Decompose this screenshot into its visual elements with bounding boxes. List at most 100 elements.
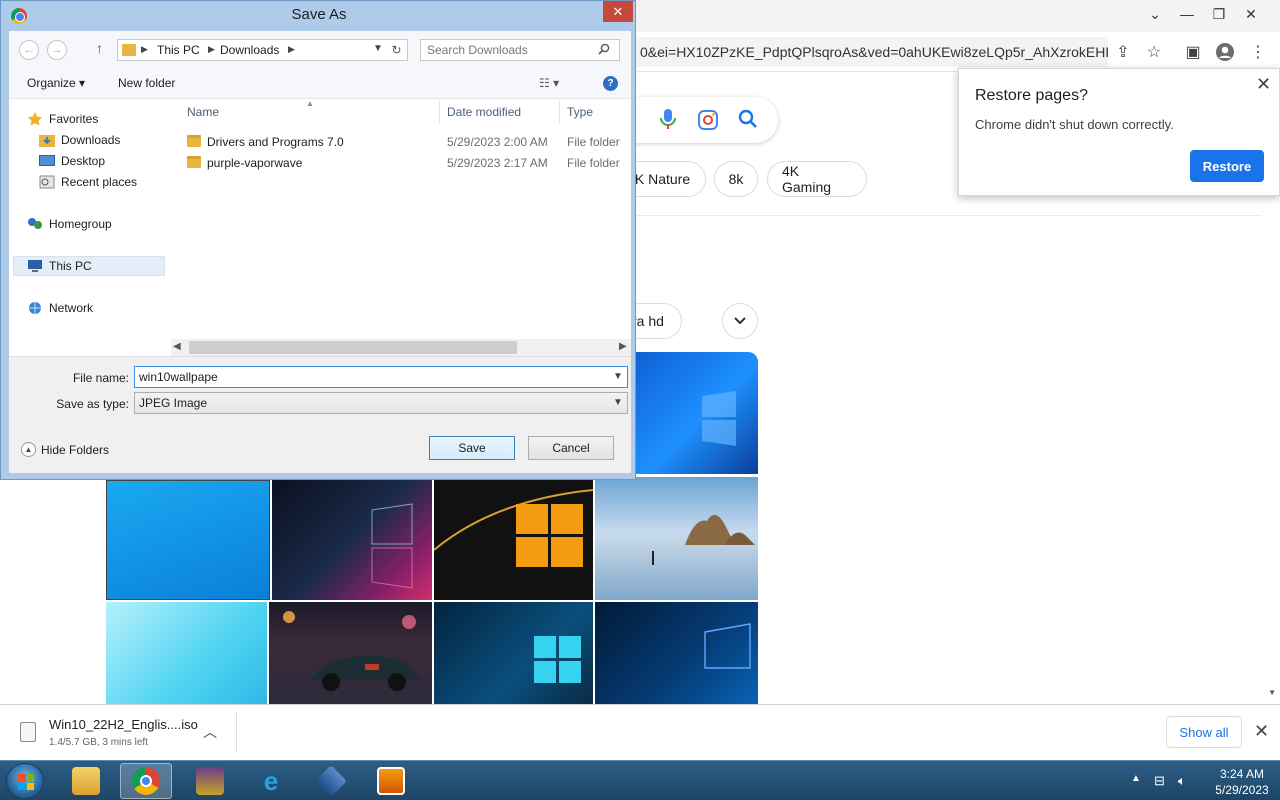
chevron-right-icon[interactable]: ▶	[288, 44, 295, 55]
nav-desktop[interactable]: Desktop	[39, 151, 105, 171]
chevron-down-icon[interactable]: ▼	[613, 397, 623, 408]
expand-chips-button[interactable]	[722, 303, 758, 339]
column-header-date-modified[interactable]: Date modified	[447, 105, 521, 119]
chevron-up-icon[interactable]: ︿	[203, 722, 217, 742]
search-input[interactable]	[420, 39, 620, 61]
close-icon[interactable]: ✕	[1254, 721, 1269, 742]
close-icon[interactable]: ✕	[1256, 74, 1271, 95]
wallpaper-thumbnail[interactable]	[272, 480, 432, 600]
restore-window-icon[interactable]: ❐	[1204, 2, 1234, 26]
nav-recent-places[interactable]: Recent places	[39, 172, 137, 192]
show-all-button[interactable]: Show all	[1166, 716, 1242, 748]
file-name-input[interactable]	[134, 366, 628, 388]
nav-this-pc[interactable]: This PC	[27, 256, 92, 276]
chevron-down-icon[interactable]: ⌄	[1140, 2, 1170, 26]
taskbar-remote-app[interactable]	[365, 763, 417, 799]
menu-kebab-icon[interactable]: ⋮	[1246, 40, 1270, 64]
nav-network[interactable]: Network	[27, 298, 93, 318]
lens-icon[interactable]	[698, 110, 718, 133]
view-options-icon[interactable]: ☷ ▾	[539, 76, 559, 90]
scrollbar-thumb[interactable]	[189, 341, 517, 354]
clock-time[interactable]: 3:24 AM	[1207, 767, 1277, 781]
bookmark-star-icon[interactable]: ☆	[1142, 40, 1166, 64]
close-icon[interactable]: ✕	[603, 1, 633, 22]
chevron-down-icon[interactable]: ▼	[613, 371, 623, 382]
omnibox[interactable]: 0&ei=HX10ZPzKE_PdptQPlsqroAs&ved=0ahUKEw…	[600, 37, 1108, 67]
nav-homegroup[interactable]: Homegroup	[27, 214, 112, 234]
up-arrow-icon[interactable]: ↑	[96, 40, 103, 56]
wallpaper-thumbnail[interactable]	[595, 477, 758, 600]
help-icon[interactable]: ?	[603, 76, 618, 91]
chip-label: 4K Gaming	[782, 163, 832, 195]
windows-logo-icon	[18, 774, 34, 790]
taskbar-virtualbox[interactable]	[305, 763, 357, 799]
restore-button[interactable]: Restore	[1190, 150, 1264, 182]
scroll-left-arrow-icon[interactable]: ◀	[173, 341, 181, 352]
wallpaper-thumbnail[interactable]	[106, 480, 270, 600]
chevron-right-icon[interactable]: ▶	[141, 44, 148, 55]
wallpaper-thumbnail[interactable]	[595, 602, 758, 704]
taskbar-chrome[interactable]	[120, 763, 172, 799]
start-button[interactable]	[6, 763, 44, 799]
column-divider[interactable]	[439, 101, 440, 123]
profile-icon[interactable]	[1213, 40, 1237, 64]
file-row[interactable]: purple-vaporwave 5/29/2023 2:17 AM File …	[169, 152, 631, 173]
refresh-icon[interactable]: ↻	[386, 39, 408, 61]
search-icon[interactable]	[738, 109, 758, 132]
scroll-right-arrow-icon[interactable]: ▶	[619, 341, 627, 352]
wallpaper-thumbnail[interactable]	[106, 602, 267, 704]
minimize-icon[interactable]: —	[1172, 2, 1202, 26]
hide-folders-button[interactable]: ▲ Hide Folders	[21, 442, 109, 457]
chevron-down-icon[interactable]: ▼	[373, 43, 383, 54]
organize-button[interactable]: Organize ▾	[27, 76, 85, 90]
address-row: ← → ↑ ▶ This PC ▶ Downloads ▶ ▼ ↻	[9, 31, 631, 69]
nav-label: Homegroup	[49, 217, 112, 231]
taskbar-internet-explorer[interactable]: e	[245, 763, 297, 799]
wallpaper-thumbnail[interactable]	[434, 602, 593, 704]
side-panel-icon[interactable]: ▣	[1181, 40, 1205, 64]
download-file-name[interactable]: Win10_22H2_Englis....iso	[49, 717, 198, 732]
save-as-type-select[interactable]: JPEG Image	[134, 392, 628, 414]
recent-places-icon	[39, 175, 55, 189]
new-folder-button[interactable]: New folder	[118, 76, 175, 90]
wallpaper-thumbnail[interactable]	[269, 602, 432, 704]
virtualbox-icon	[315, 765, 347, 797]
save-as-dialog: Save As ✕ ← → ↑ ▶ This PC ▶ Downloads ▶ …	[0, 0, 636, 480]
mic-icon[interactable]	[660, 108, 676, 133]
tray-expand-icon[interactable]: ▲	[1131, 773, 1141, 784]
volume-icon[interactable]: 🔈︎	[1178, 773, 1186, 789]
save-form: File name: ▼ Save as type: JPEG Image ▼ …	[9, 356, 631, 473]
nav-label: This PC	[49, 259, 92, 273]
nav-favorites[interactable]: Favorites	[27, 109, 98, 129]
download-folder-icon	[39, 133, 55, 147]
cancel-button[interactable]: Cancel	[528, 436, 614, 460]
save-button[interactable]: Save	[429, 436, 515, 460]
clock-date[interactable]: 5/29/2023	[1207, 783, 1277, 797]
share-icon[interactable]: ⇪	[1111, 40, 1135, 64]
nav-label: Desktop	[61, 154, 106, 168]
close-window-icon[interactable]: ✕	[1236, 2, 1266, 26]
back-arrow-icon[interactable]: ←	[19, 40, 39, 60]
scroll-down-arrow-icon[interactable]: ▼	[1268, 688, 1276, 697]
file-name: purple-vaporwave	[207, 156, 303, 170]
breadcrumb-downloads[interactable]: Downloads	[220, 43, 279, 57]
file-date: 5/29/2023 2:17 AM	[447, 156, 548, 170]
column-header-type[interactable]: Type	[567, 105, 593, 119]
horizontal-scrollbar[interactable]: ◀ ▶	[171, 339, 631, 356]
breadcrumb-this-pc[interactable]: This PC	[157, 43, 200, 57]
chip-4k-gaming[interactable]: 4K Gaming	[767, 161, 867, 197]
forward-arrow-icon[interactable]: →	[47, 40, 67, 60]
column-header-name[interactable]: Name	[187, 105, 219, 119]
network-icon[interactable]: ⊟	[1154, 773, 1165, 789]
taskbar-archiver[interactable]	[184, 763, 236, 799]
file-row[interactable]: Drivers and Programs 7.0 5/29/2023 2:00 …	[169, 131, 631, 152]
chrome-logo-icon	[132, 767, 160, 795]
wallpaper-thumbnail[interactable]	[434, 480, 593, 600]
column-divider[interactable]	[559, 101, 560, 123]
chevron-right-icon[interactable]: ▶	[208, 44, 215, 55]
address-bar[interactable]: ▶ This PC ▶ Downloads ▶ ▼	[117, 39, 389, 61]
taskbar-explorer[interactable]	[60, 763, 112, 799]
chip-8k[interactable]: 8k	[714, 161, 758, 197]
nav-downloads[interactable]: Downloads	[39, 130, 120, 150]
folder-icon	[72, 767, 100, 795]
